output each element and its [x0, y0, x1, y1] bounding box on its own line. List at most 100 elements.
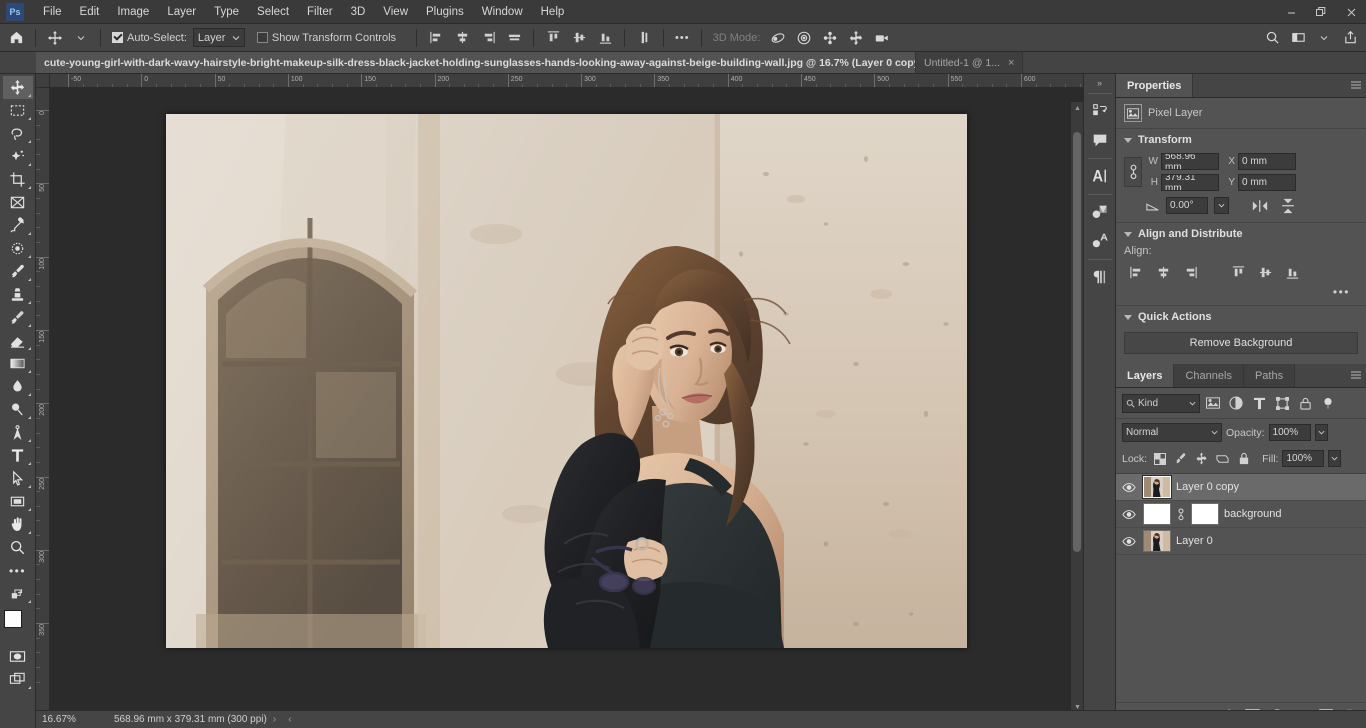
object-selection-tool[interactable] — [3, 145, 33, 168]
menu-help[interactable]: Help — [532, 2, 574, 22]
auto-select-option[interactable]: Auto-Select: — [108, 32, 191, 44]
distribute-horizontal-icon[interactable] — [502, 27, 526, 49]
angle-input[interactable]: 0.00° — [1166, 197, 1208, 214]
layer-row-background[interactable]: background — [1116, 501, 1366, 528]
menu-view[interactable]: View — [374, 2, 417, 22]
workspace-icon[interactable] — [1286, 27, 1310, 49]
menu-file[interactable]: File — [34, 2, 71, 22]
home-icon[interactable] — [4, 27, 28, 49]
layer-visibility-icon[interactable] — [1120, 478, 1138, 496]
lock-position-icon[interactable] — [1193, 450, 1210, 467]
align-horizontal-centers-button[interactable] — [1151, 261, 1175, 283]
opacity-dropdown[interactable] — [1314, 424, 1328, 441]
restore-button[interactable] — [1306, 0, 1336, 24]
layer-thumbnail[interactable] — [1143, 530, 1171, 552]
menu-image[interactable]: Image — [108, 2, 158, 22]
edit-toolbar-icon[interactable] — [3, 582, 33, 605]
align-left-edges-icon[interactable] — [424, 27, 448, 49]
dodge-tool[interactable] — [3, 398, 33, 421]
layer-visibility-icon[interactable] — [1120, 532, 1138, 550]
brush-tool[interactable] — [3, 260, 33, 283]
fill-dropdown[interactable] — [1328, 450, 1342, 467]
align-top-edges-button[interactable] — [1226, 261, 1250, 283]
glyphs-icon[interactable] — [1086, 227, 1114, 255]
type-filter-icon[interactable] — [1249, 393, 1269, 413]
hand-tool[interactable] — [3, 513, 33, 536]
filter-kind-dropdown[interactable]: Kind — [1122, 393, 1200, 413]
status-collapse-arrow[interactable]: ‹ — [282, 714, 297, 725]
comments-icon[interactable] — [1086, 126, 1114, 154]
more-options-button[interactable]: ••• — [671, 32, 694, 44]
3d-roll-icon[interactable] — [792, 27, 816, 49]
layer-mask-thumbnail[interactable] — [1191, 503, 1219, 525]
flip-horizontal-icon[interactable] — [1249, 199, 1271, 213]
3d-orbit-icon[interactable] — [766, 27, 790, 49]
close-icon[interactable]: × — [1008, 57, 1014, 69]
fill-input[interactable]: 100% — [1282, 450, 1325, 467]
pixel-filter-icon[interactable] — [1203, 393, 1223, 413]
more-tools-button[interactable]: ••• — [3, 559, 33, 582]
quick-mask-icon[interactable] — [3, 645, 33, 668]
menu-filter[interactable]: Filter — [298, 2, 342, 22]
lock-artboard-nesting-icon[interactable] — [1214, 450, 1231, 467]
lock-transparent-pixels-icon[interactable] — [1151, 450, 1168, 467]
character-icon[interactable] — [1086, 162, 1114, 190]
menu-type[interactable]: Type — [205, 2, 248, 22]
chevron-down-icon[interactable] — [1312, 27, 1336, 49]
panel-menu-icon[interactable] — [1350, 370, 1362, 380]
scrollbar-thumb[interactable] — [1073, 132, 1081, 552]
align-right-edges-icon[interactable] — [476, 27, 500, 49]
type-tool[interactable] — [3, 444, 33, 467]
flip-vertical-icon[interactable] — [1277, 198, 1299, 214]
menu-3d[interactable]: 3D — [342, 2, 375, 22]
shape-filter-icon[interactable] — [1272, 393, 1292, 413]
3d-pan-icon[interactable] — [818, 27, 842, 49]
minimize-button[interactable] — [1276, 0, 1306, 24]
tab-channels[interactable]: Channels — [1174, 364, 1244, 387]
menu-plugins[interactable]: Plugins — [417, 2, 473, 22]
path-selection-tool[interactable] — [3, 467, 33, 490]
move-tool[interactable] — [2, 76, 33, 99]
zoom-level[interactable]: 16.67% — [42, 714, 104, 725]
height-field[interactable]: H 379.31 mm — [1148, 174, 1219, 191]
width-input[interactable]: 568.96 mm — [1161, 153, 1219, 170]
crop-tool[interactable] — [3, 168, 33, 191]
pen-tool[interactable] — [3, 421, 33, 444]
collapse-panels-icon[interactable]: » — [1084, 76, 1116, 90]
layer-row-layer-0-copy[interactable]: Layer 0 copy — [1116, 474, 1366, 501]
layer-name[interactable]: background — [1224, 508, 1282, 520]
tool-preset-chevron-icon[interactable] — [69, 27, 93, 49]
layer-thumbnail[interactable] — [1142, 475, 1172, 499]
align-vertical-centers-button[interactable] — [1253, 261, 1277, 283]
move-tool-icon[interactable] — [43, 27, 67, 49]
blur-tool[interactable] — [3, 375, 33, 398]
blend-mode-dropdown[interactable]: Normal — [1122, 423, 1222, 442]
adjustment-filter-icon[interactable] — [1226, 393, 1246, 413]
lock-all-icon[interactable] — [1235, 450, 1252, 467]
artboard-viewport[interactable] — [50, 88, 1083, 728]
remove-background-button[interactable]: Remove Background — [1124, 332, 1358, 354]
gradient-tool[interactable] — [3, 352, 33, 375]
scroll-up-arrow[interactable]: ▲ — [1071, 102, 1083, 115]
spot-healing-brush-tool[interactable] — [3, 237, 33, 260]
zoom-tool[interactable] — [3, 536, 33, 559]
canvas-vertical-scrollbar[interactable]: ▲ ▼ — [1070, 102, 1083, 714]
foreground-color-swatch[interactable] — [3, 610, 22, 628]
tab-properties[interactable]: Properties — [1116, 74, 1194, 97]
align-right-edges-button[interactable] — [1178, 261, 1202, 283]
smart-object-filter-icon[interactable] — [1295, 393, 1315, 413]
show-transform-controls-option[interactable]: Show Transform Controls — [253, 32, 400, 44]
lock-image-pixels-icon[interactable] — [1172, 450, 1189, 467]
layer-row-layer-0[interactable]: Layer 0 — [1116, 528, 1366, 555]
horizontal-ruler[interactable]: -50 0 50 100 150 200 250 300 350 400 450 500 550 600 — [50, 74, 1083, 88]
eraser-tool[interactable] — [3, 329, 33, 352]
y-input[interactable]: 0 mm — [1238, 174, 1296, 191]
close-button[interactable] — [1336, 0, 1366, 24]
document-dimensions[interactable]: 568.96 mm x 379.31 mm (300 ppi) — [104, 714, 267, 725]
document-tab-untitled[interactable]: Untitled-1 @ 1... × — [916, 52, 1024, 73]
auto-select-scope-dropdown[interactable]: Layer — [192, 28, 245, 47]
lasso-tool[interactable] — [3, 122, 33, 145]
align-horizontal-centers-icon[interactable] — [450, 27, 474, 49]
history-icon[interactable] — [1086, 97, 1114, 125]
clone-stamp-tool[interactable] — [3, 283, 33, 306]
